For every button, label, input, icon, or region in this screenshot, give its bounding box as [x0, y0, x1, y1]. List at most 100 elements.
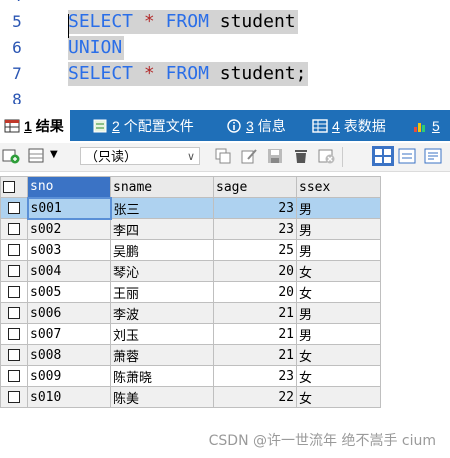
- cell-ssex[interactable]: 男: [296, 323, 381, 345]
- form-view-icon[interactable]: [398, 147, 416, 165]
- cell-sage[interactable]: 23: [213, 197, 297, 219]
- checkbox[interactable]: [8, 391, 20, 403]
- checkbox[interactable]: [8, 223, 20, 235]
- checkbox[interactable]: [3, 181, 15, 193]
- checkbox[interactable]: [8, 244, 20, 256]
- tab-profile[interactable]: 2 个配置文件: [92, 110, 194, 141]
- cell-sno[interactable]: s002: [27, 218, 111, 240]
- table-row[interactable]: s004 琴沁 20 女: [0, 260, 381, 282]
- cell-sage[interactable]: 21: [213, 344, 297, 366]
- line-number: 4: [6, 0, 28, 9]
- cell-ssex[interactable]: 男: [296, 197, 381, 219]
- checkbox[interactable]: [8, 370, 20, 382]
- cell-sname[interactable]: 王丽: [110, 281, 214, 303]
- table-row[interactable]: s001 张三 23 男: [0, 196, 381, 220]
- row-checkbox-cell[interactable]: [0, 260, 28, 282]
- duplicate-row-icon[interactable]: [214, 147, 232, 165]
- row-checkbox-cell[interactable]: [0, 386, 28, 408]
- cell-sno[interactable]: s006: [27, 302, 111, 324]
- checkbox[interactable]: [8, 349, 20, 361]
- table-row[interactable]: s003 吴鹏 25 男: [0, 239, 381, 261]
- table-row[interactable]: s010 陈美 22 女: [0, 386, 381, 408]
- cell-sno[interactable]: s008: [27, 344, 111, 366]
- cell-sage[interactable]: 23: [213, 218, 297, 240]
- sql-editor[interactable]: 4 5 SELECT * FROM student 6 UNION 7 SELE…: [0, 0, 450, 104]
- row-checkbox-cell[interactable]: [0, 344, 28, 366]
- cell-sno[interactable]: s004: [27, 260, 111, 282]
- code-text[interactable]: UNION: [68, 36, 125, 60]
- row-checkbox-cell[interactable]: [0, 323, 28, 345]
- row-checkbox-cell[interactable]: [0, 302, 28, 324]
- column-header[interactable]: ssex: [296, 176, 381, 198]
- cell-sage[interactable]: 22: [213, 386, 297, 408]
- table-row[interactable]: s008 萧蓉 21 女: [0, 344, 381, 366]
- cell-sno[interactable]: s001: [26, 196, 112, 220]
- checkbox[interactable]: [8, 328, 20, 340]
- text-view-icon[interactable]: [424, 147, 442, 165]
- table-row[interactable]: s009 陈萧晓 23 女: [0, 365, 381, 387]
- row-checkbox-cell[interactable]: [0, 281, 28, 303]
- cell-ssex[interactable]: 女: [296, 386, 381, 408]
- cell-sno[interactable]: s007: [27, 323, 111, 345]
- row-checkbox-cell[interactable]: [0, 197, 28, 219]
- cell-ssex[interactable]: 女: [296, 365, 381, 387]
- cell-sname[interactable]: 李波: [110, 302, 214, 324]
- cell-sname[interactable]: 陈萧晓: [110, 365, 214, 387]
- chevron-down-icon[interactable]: ▼: [50, 149, 58, 160]
- cell-sage[interactable]: 23: [213, 365, 297, 387]
- cell-sno[interactable]: s005: [27, 281, 111, 303]
- checkbox[interactable]: [7, 202, 20, 214]
- cell-sname[interactable]: 刘玉: [110, 323, 214, 345]
- table-row[interactable]: s007 刘玉 21 男: [0, 323, 381, 345]
- column-header[interactable]: sage: [213, 176, 297, 198]
- tab-table-data[interactable]: 4 表数据: [312, 110, 386, 141]
- table-row[interactable]: s002 李四 23 男: [0, 218, 381, 240]
- code-text[interactable]: SELECT * FROM student: [68, 10, 298, 34]
- add-row-icon[interactable]: [2, 147, 20, 165]
- code-text[interactable]: SELECT * FROM student;: [68, 62, 309, 86]
- view-mode-icon[interactable]: [28, 147, 46, 165]
- checkbox[interactable]: [8, 286, 20, 298]
- cell-sage[interactable]: 20: [213, 281, 297, 303]
- cell-sno[interactable]: s003: [27, 239, 111, 261]
- checkbox[interactable]: [8, 307, 20, 319]
- cell-sage[interactable]: 21: [213, 323, 297, 345]
- cell-sname[interactable]: 李四: [110, 218, 214, 240]
- cell-sno[interactable]: s010: [27, 386, 111, 408]
- tab-info[interactable]: 3 信息: [226, 110, 286, 141]
- cell-sname[interactable]: 琴沁: [110, 260, 214, 282]
- cell-sname[interactable]: 张三: [110, 197, 214, 219]
- table-row[interactable]: s006 李波 21 男: [0, 302, 381, 324]
- cell-ssex[interactable]: 女: [296, 344, 381, 366]
- cell-sname[interactable]: 萧蓉: [110, 344, 214, 366]
- row-checkbox-cell[interactable]: [0, 239, 28, 261]
- checkbox[interactable]: [8, 265, 20, 277]
- cell-ssex[interactable]: 男: [296, 239, 381, 261]
- select-all-checkbox-cell[interactable]: [0, 176, 28, 198]
- tab-history[interactable]: 5: [412, 110, 440, 141]
- cell-ssex[interactable]: 女: [296, 260, 381, 282]
- cell-sage[interactable]: 21: [213, 302, 297, 324]
- grid-view-icon[interactable]: [372, 146, 394, 166]
- table-row[interactable]: s005 王丽 20 女: [0, 281, 381, 303]
- cell-sname[interactable]: 吴鹏: [110, 239, 214, 261]
- cell-sno[interactable]: s009: [27, 365, 111, 387]
- cell-ssex[interactable]: 男: [296, 302, 381, 324]
- readonly-select[interactable]: （只读） ∨: [80, 147, 200, 165]
- cancel-icon[interactable]: [318, 147, 336, 165]
- text-caret: [68, 14, 69, 38]
- tab-result[interactable]: 1 结果: [0, 110, 70, 141]
- row-checkbox-cell[interactable]: [0, 218, 28, 240]
- column-header[interactable]: sname: [110, 176, 214, 198]
- edit-icon[interactable]: [240, 147, 258, 165]
- readonly-select-value: （只读）: [85, 149, 138, 164]
- cell-sage[interactable]: 20: [213, 260, 297, 282]
- delete-icon[interactable]: [292, 147, 310, 165]
- cell-ssex[interactable]: 女: [296, 281, 381, 303]
- cell-sage[interactable]: 25: [213, 239, 297, 261]
- cell-sname[interactable]: 陈美: [110, 386, 214, 408]
- save-icon[interactable]: [266, 147, 284, 165]
- row-checkbox-cell[interactable]: [0, 365, 28, 387]
- cell-ssex[interactable]: 男: [296, 218, 381, 240]
- column-header[interactable]: sno: [27, 176, 111, 198]
